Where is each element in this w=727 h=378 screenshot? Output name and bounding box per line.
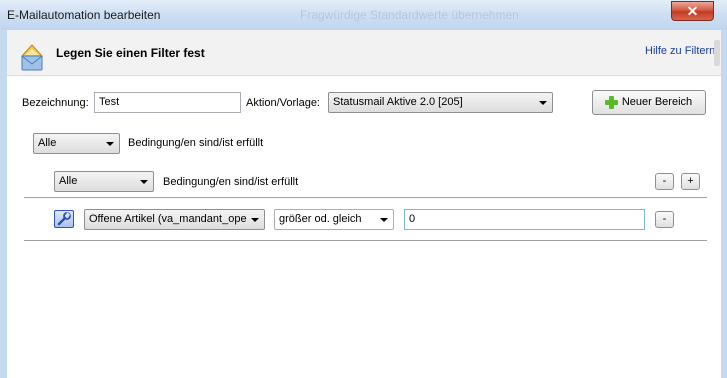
name-field-value: Test <box>99 96 120 108</box>
minus-icon: - <box>662 175 667 187</box>
minus-icon: - <box>662 213 667 225</box>
chevron-down-icon <box>140 180 148 184</box>
chevron-down-icon <box>539 101 547 105</box>
window-frame-right <box>721 30 727 378</box>
condition-value: 0 <box>409 213 416 225</box>
action-select[interactable]: Statusmail Aktive 2.0 [205] <box>328 92 553 113</box>
plus-icon <box>605 96 618 109</box>
plus-small-icon: + <box>687 175 694 187</box>
window-frame-left <box>0 30 7 378</box>
close-button[interactable]: ✕ <box>671 1 714 21</box>
inner-quantifier-value: Alle <box>59 175 78 187</box>
outer-quantifier-value: Alle <box>38 137 57 149</box>
inner-quantifier-select[interactable]: Alle <box>54 171 154 192</box>
add-group-button[interactable]: + <box>681 173 700 190</box>
wrench-icon <box>57 212 71 226</box>
condition-field-value: Offene Artikel (va_mandant_ope <box>89 213 247 225</box>
new-area-button[interactable]: Neuer Bereich <box>592 90 706 115</box>
condition-operator-select[interactable]: größer od. gleich <box>274 209 394 230</box>
outer-condition-text: Bedingung/en sind/ist erfüllt <box>128 137 264 149</box>
close-icon: ✕ <box>686 3 699 19</box>
help-link[interactable]: Hilfe zu Filtern <box>645 45 715 57</box>
dialog-header: Legen Sie einen Filter fest Hilfe zu Fil… <box>7 30 721 76</box>
condition-settings-button[interactable] <box>54 210 74 228</box>
condition-value-field[interactable]: 0 <box>404 209 645 230</box>
chevron-down-icon <box>106 142 114 146</box>
window-title: E-Mailautomation bearbeiten <box>7 8 161 22</box>
new-area-button-label: Neuer Bereich <box>621 96 693 108</box>
inner-condition-text: Bedingung/en sind/ist erfüllt <box>163 176 299 188</box>
name-field[interactable]: Test <box>94 92 241 113</box>
scrollbar[interactable] <box>714 40 720 66</box>
chevron-down-icon <box>380 218 388 222</box>
condition-operator-value: größer od. gleich <box>279 213 362 225</box>
chevron-down-icon <box>251 218 259 222</box>
remove-group-button[interactable]: - <box>655 173 674 190</box>
envelope-icon <box>20 44 44 71</box>
dialog-body: Legen Sie einen Filter fest Hilfe zu Fil… <box>7 30 721 378</box>
action-select-value: Statusmail Aktive 2.0 [205] <box>333 96 463 108</box>
remove-condition-button[interactable]: - <box>655 211 674 228</box>
background-window-caption: Fragwürdige Standardwerte übernehmen <box>300 8 519 22</box>
title-bar: E-Mailautomation bearbeiten Fragwürdige … <box>0 0 727 30</box>
outer-quantifier-select[interactable]: Alle <box>33 133 120 154</box>
condition-field-select[interactable]: Offene Artikel (va_mandant_ope <box>84 209 265 230</box>
name-label: Bezeichnung: <box>22 97 89 109</box>
action-label: Aktion/Vorlage: <box>246 97 320 109</box>
group-divider-bottom <box>24 240 707 241</box>
header-title: Legen Sie einen Filter fest <box>56 46 205 60</box>
group-divider-top <box>24 197 707 198</box>
